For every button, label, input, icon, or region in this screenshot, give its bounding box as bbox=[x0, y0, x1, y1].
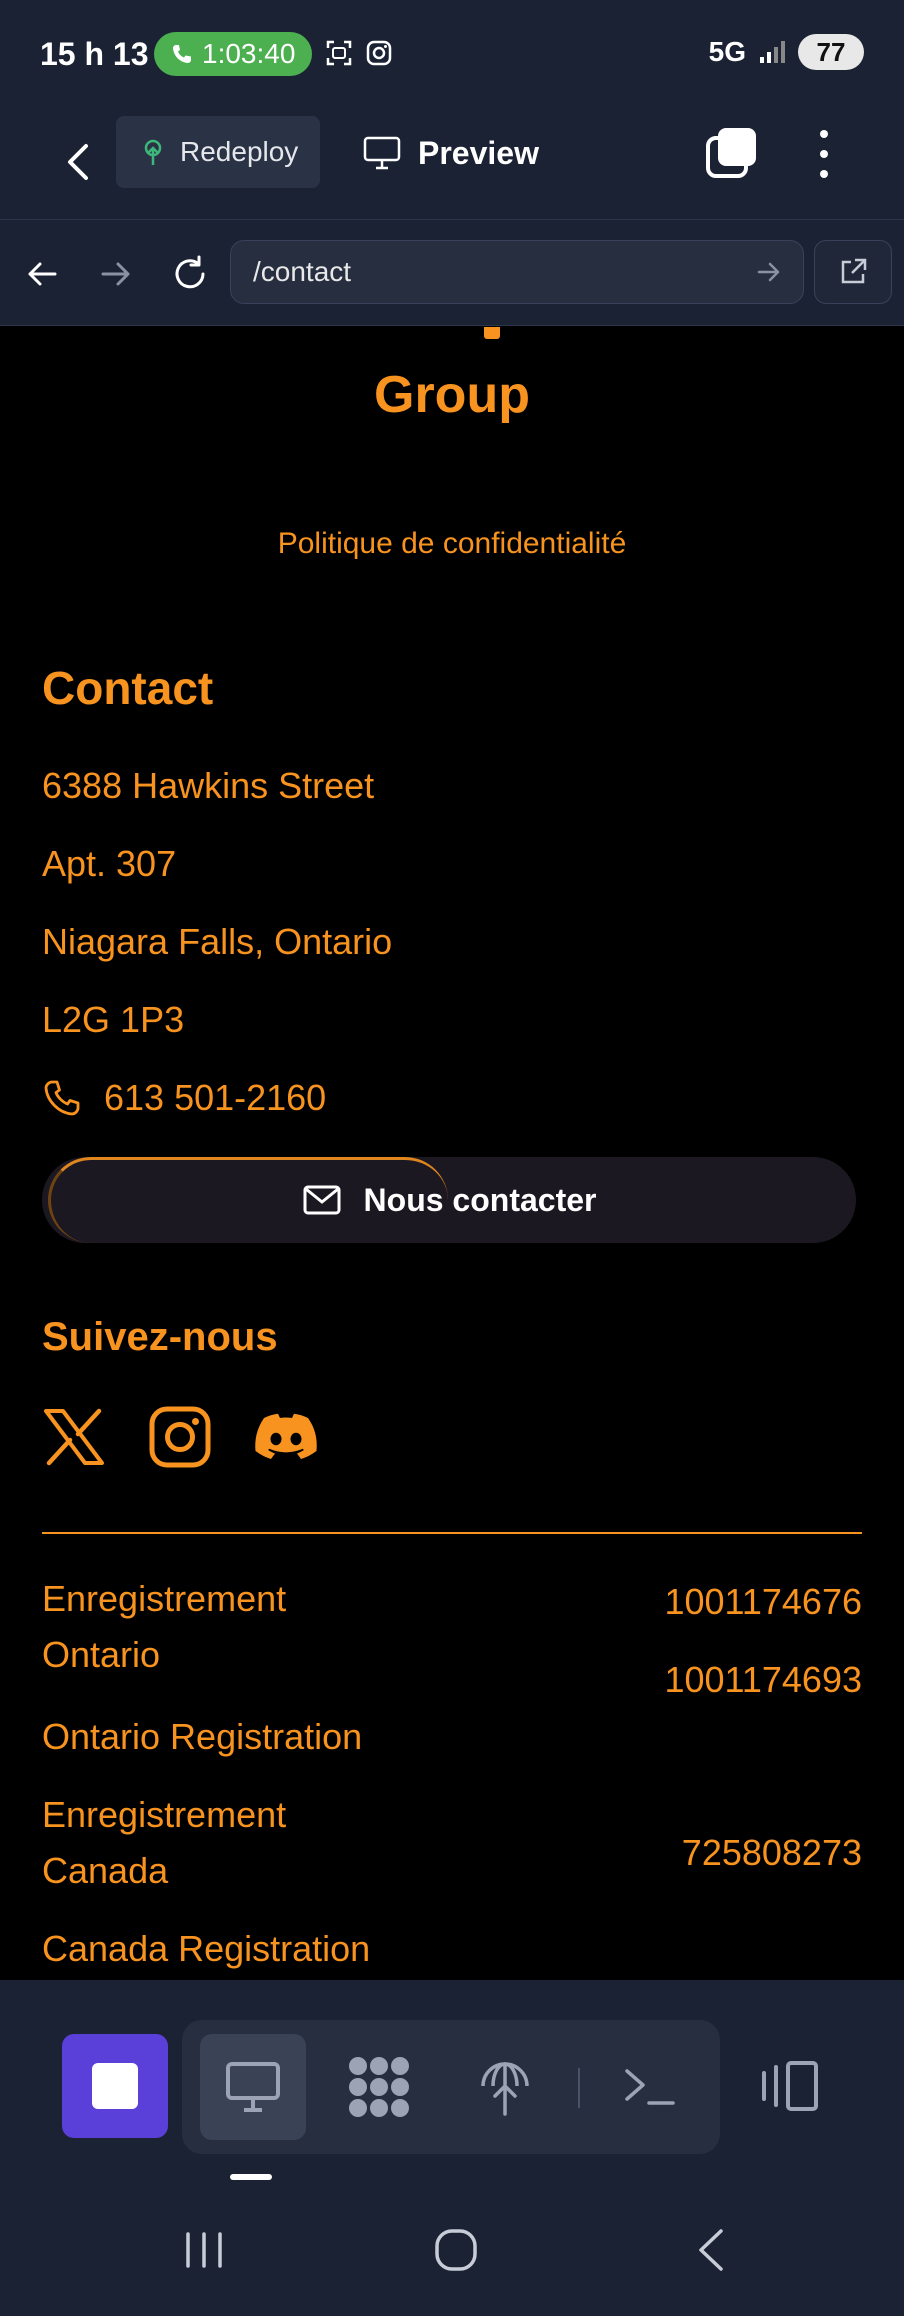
console-tool-button[interactable] bbox=[596, 2034, 702, 2140]
instagram-icon bbox=[149, 1406, 211, 1468]
dot-icon bbox=[820, 170, 828, 178]
canada-registration-number: 725808273 bbox=[681, 1832, 862, 1873]
battery-level: 77 bbox=[816, 36, 846, 67]
call-timer: 1:03:40 bbox=[202, 38, 296, 69]
ontario-label-line2: Ontario bbox=[42, 1634, 161, 1675]
browser-forward-button[interactable] bbox=[88, 246, 144, 302]
ontario-registration-number: 1001174693 bbox=[664, 1659, 862, 1700]
phone-number: 613 501-2160 bbox=[104, 1077, 327, 1118]
social-links bbox=[42, 1405, 318, 1469]
recents-icon bbox=[186, 2232, 222, 2268]
x-link[interactable] bbox=[42, 1405, 106, 1469]
contact-us-button[interactable]: Nous contacter bbox=[42, 1157, 856, 1243]
canada-registration-label: Enregistrement Canada bbox=[42, 1787, 286, 1899]
group-title: Group bbox=[374, 366, 530, 424]
tabs-icon bbox=[706, 128, 756, 178]
canada-label-line2: Canada bbox=[42, 1850, 169, 1891]
url-input[interactable]: /contact bbox=[230, 240, 804, 304]
canada-label-line1: Enregistrement bbox=[42, 1794, 287, 1835]
device-toggle-button[interactable] bbox=[748, 2034, 828, 2138]
workflow-tool-button[interactable] bbox=[326, 2034, 432, 2140]
app-toolbar: Redeploy Preview bbox=[0, 110, 904, 220]
home-button[interactable] bbox=[416, 2210, 496, 2290]
ontario-label-line1: Enregistrement bbox=[42, 1578, 287, 1619]
url-text: /contact bbox=[253, 256, 352, 287]
redeploy-button[interactable]: Redeploy bbox=[116, 116, 320, 188]
title-partial-glyph bbox=[484, 327, 500, 339]
bottom-toolbar bbox=[0, 1980, 904, 2180]
x-icon bbox=[44, 1408, 104, 1466]
android-nav-bar bbox=[0, 2180, 904, 2316]
dot-icon bbox=[820, 130, 828, 138]
deploy-icon bbox=[481, 2062, 529, 2116]
back-icon bbox=[699, 2229, 723, 2271]
discord-link[interactable] bbox=[254, 1405, 318, 1469]
instagram-link[interactable] bbox=[148, 1405, 212, 1469]
terminal-icon bbox=[625, 2069, 675, 2105]
address-line: L2G 1P3 bbox=[42, 999, 185, 1040]
home-icon bbox=[435, 2229, 477, 2271]
privacy-policy-link[interactable]: Politique de confidentialité bbox=[0, 527, 904, 561]
ontario-registration-label: Enregistrement Ontario bbox=[42, 1571, 286, 1683]
phone-icon bbox=[173, 45, 191, 63]
tool-group bbox=[182, 2020, 720, 2154]
tabs-button[interactable] bbox=[704, 126, 758, 180]
preview-label: Preview bbox=[418, 134, 539, 171]
status-time: 15 h 13 bbox=[40, 36, 149, 72]
discord-icon bbox=[255, 1413, 317, 1459]
dot-icon bbox=[820, 150, 828, 158]
deploy-tool-button[interactable] bbox=[452, 2034, 558, 2140]
phone-link[interactable]: 613 501-2160 bbox=[42, 1077, 326, 1119]
call-indicator[interactable]: 1:03:40 bbox=[154, 32, 312, 76]
device-icon bbox=[762, 2061, 818, 2111]
address-line: Apt. 307 bbox=[42, 843, 177, 884]
arrow-left-icon bbox=[28, 262, 57, 286]
ontario-registration-english: Ontario Registration bbox=[42, 1716, 363, 1757]
follow-us-heading: Suivez-nous bbox=[42, 1315, 278, 1359]
contact-us-label: Nous contacter bbox=[363, 1181, 597, 1218]
status-bar: 15 h 13 1:03:40 5G 77 bbox=[0, 0, 904, 110]
redeploy-label: Redeploy bbox=[180, 136, 299, 167]
contact-heading: Contact bbox=[42, 662, 214, 714]
stop-button[interactable] bbox=[62, 2034, 168, 2138]
address-line: Niagara Falls, Ontario bbox=[42, 921, 393, 962]
system-back-button[interactable] bbox=[670, 2210, 750, 2290]
go-arrow-icon[interactable] bbox=[755, 257, 783, 287]
stop-icon bbox=[92, 2063, 138, 2109]
phone-icon bbox=[44, 1080, 80, 1116]
more-menu-button[interactable] bbox=[806, 126, 842, 182]
preview-button[interactable]: Preview bbox=[362, 126, 539, 180]
reload-button[interactable] bbox=[162, 246, 218, 302]
external-link-icon bbox=[841, 258, 867, 284]
ontario-registration-number: 1001174676 bbox=[664, 1581, 862, 1622]
notification-icons bbox=[324, 38, 394, 68]
monitor-icon bbox=[363, 136, 401, 170]
toolbar-separator bbox=[578, 2068, 580, 2108]
instagram-notification-icon bbox=[366, 40, 392, 66]
network-type: 5G bbox=[708, 36, 746, 67]
chevron-left-icon bbox=[68, 144, 88, 180]
address-line: 6388 Hawkins Street bbox=[42, 765, 375, 806]
redeploy-icon bbox=[144, 139, 162, 165]
web-content: Group Politique de confidentialité Conta… bbox=[0, 327, 904, 1980]
recent-apps-button[interactable] bbox=[164, 2210, 244, 2290]
battery-indicator: 77 bbox=[798, 34, 864, 70]
screenshot-icon bbox=[326, 40, 352, 66]
browser-back-button[interactable] bbox=[14, 246, 70, 302]
canada-registration-english: Canada Registration bbox=[42, 1928, 371, 1969]
footer-divider bbox=[42, 1532, 862, 1534]
signal-icon bbox=[760, 41, 785, 63]
status-right: 5G 77 bbox=[709, 34, 864, 70]
nodes-icon bbox=[349, 2057, 409, 2117]
open-external-button[interactable] bbox=[814, 240, 892, 304]
back-button[interactable] bbox=[52, 130, 104, 194]
reload-icon bbox=[175, 255, 205, 289]
mail-icon bbox=[303, 1185, 341, 1215]
monitor-icon bbox=[226, 2062, 280, 2112]
browser-nav-bar: /contact bbox=[0, 220, 904, 326]
arrow-right-icon bbox=[101, 262, 130, 286]
preview-tool-button[interactable] bbox=[200, 2034, 306, 2140]
